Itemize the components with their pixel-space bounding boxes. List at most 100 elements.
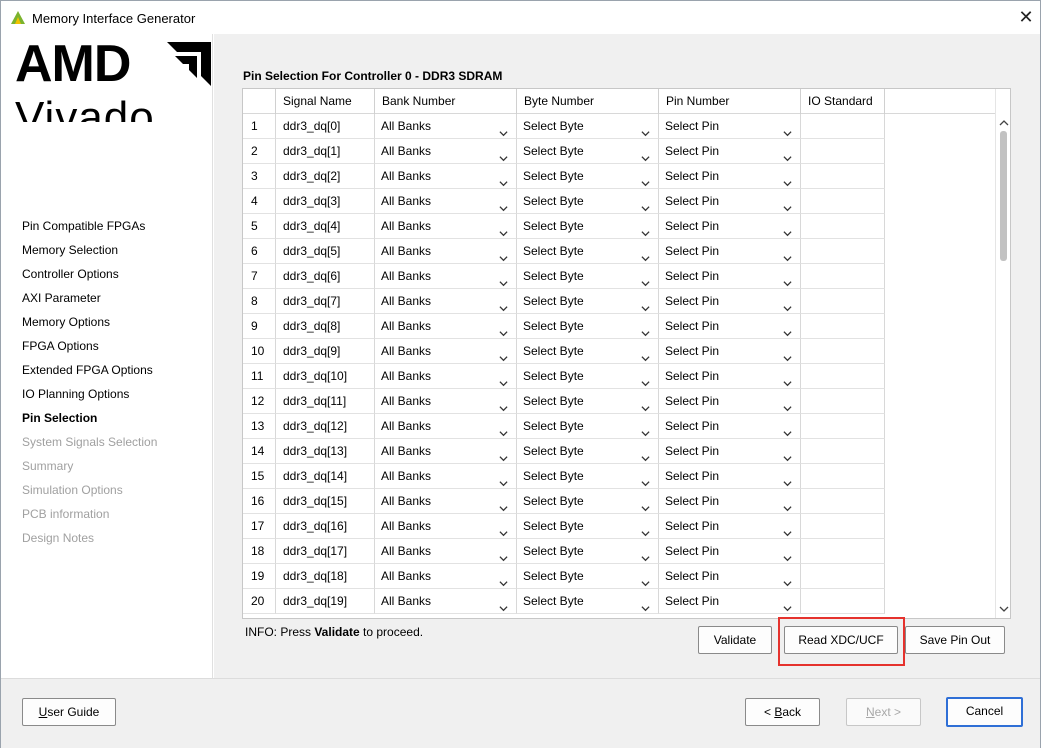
scroll-down-icon[interactable] [996, 601, 1011, 617]
byte-number-dropdown[interactable]: Select Byte [517, 214, 659, 239]
chevron-down-icon[interactable] [641, 522, 650, 537]
wizard-step-pin-selection[interactable]: Pin Selection [22, 406, 157, 430]
chevron-down-icon[interactable] [641, 297, 650, 312]
chevron-down-icon[interactable] [641, 447, 650, 462]
byte-number-dropdown[interactable]: Select Byte [517, 339, 659, 364]
chevron-down-icon[interactable] [499, 372, 508, 387]
wizard-step-axi-parameter[interactable]: AXI Parameter [22, 286, 157, 310]
byte-number-dropdown[interactable]: Select Byte [517, 239, 659, 264]
chevron-down-icon[interactable] [783, 147, 792, 162]
byte-number-dropdown[interactable]: Select Byte [517, 289, 659, 314]
chevron-down-icon[interactable] [641, 422, 650, 437]
pin-number-dropdown[interactable]: Select Pin [659, 189, 801, 214]
chevron-down-icon[interactable] [499, 322, 508, 337]
bank-number-dropdown[interactable]: All Banks [375, 464, 517, 489]
pin-number-dropdown[interactable]: Select Pin [659, 264, 801, 289]
chevron-down-icon[interactable] [641, 472, 650, 487]
byte-number-dropdown[interactable]: Select Byte [517, 189, 659, 214]
chevron-down-icon[interactable] [641, 322, 650, 337]
chevron-down-icon[interactable] [783, 247, 792, 262]
bank-number-dropdown[interactable]: All Banks [375, 289, 517, 314]
wizard-step-pin-compatible-fpgas[interactable]: Pin Compatible FPGAs [22, 214, 157, 238]
byte-number-dropdown[interactable]: Select Byte [517, 314, 659, 339]
bank-number-dropdown[interactable]: All Banks [375, 114, 517, 139]
chevron-down-icon[interactable] [641, 497, 650, 512]
chevron-down-icon[interactable] [783, 472, 792, 487]
bank-number-dropdown[interactable]: All Banks [375, 364, 517, 389]
chevron-down-icon[interactable] [499, 472, 508, 487]
chevron-down-icon[interactable] [499, 347, 508, 362]
scroll-up-icon[interactable] [996, 115, 1011, 131]
bank-number-dropdown[interactable]: All Banks [375, 239, 517, 264]
bank-number-dropdown[interactable]: All Banks [375, 189, 517, 214]
bank-number-dropdown[interactable]: All Banks [375, 414, 517, 439]
pin-number-dropdown[interactable]: Select Pin [659, 564, 801, 589]
pin-number-dropdown[interactable]: Select Pin [659, 314, 801, 339]
chevron-down-icon[interactable] [499, 397, 508, 412]
chevron-down-icon[interactable] [499, 297, 508, 312]
chevron-down-icon[interactable] [783, 447, 792, 462]
chevron-down-icon[interactable] [499, 547, 508, 562]
pin-number-dropdown[interactable]: Select Pin [659, 289, 801, 314]
chevron-down-icon[interactable] [641, 272, 650, 287]
chevron-down-icon[interactable] [783, 422, 792, 437]
pin-number-dropdown[interactable]: Select Pin [659, 514, 801, 539]
chevron-down-icon[interactable] [641, 347, 650, 362]
bank-number-dropdown[interactable]: All Banks [375, 139, 517, 164]
chevron-down-icon[interactable] [641, 147, 650, 162]
pin-number-dropdown[interactable]: Select Pin [659, 414, 801, 439]
byte-number-dropdown[interactable]: Select Byte [517, 414, 659, 439]
bank-number-dropdown[interactable]: All Banks [375, 589, 517, 614]
bank-number-dropdown[interactable]: All Banks [375, 439, 517, 464]
bank-number-dropdown[interactable]: All Banks [375, 389, 517, 414]
chevron-down-icon[interactable] [641, 222, 650, 237]
chevron-down-icon[interactable] [499, 422, 508, 437]
byte-number-dropdown[interactable]: Select Byte [517, 389, 659, 414]
byte-number-dropdown[interactable]: Select Byte [517, 564, 659, 589]
chevron-down-icon[interactable] [783, 122, 792, 137]
bank-number-dropdown[interactable]: All Banks [375, 339, 517, 364]
pin-number-dropdown[interactable]: Select Pin [659, 164, 801, 189]
vertical-scrollbar[interactable] [995, 89, 1011, 618]
pin-number-dropdown[interactable]: Select Pin [659, 239, 801, 264]
bank-number-dropdown[interactable]: All Banks [375, 164, 517, 189]
close-icon[interactable]: ✕ [1013, 5, 1039, 29]
chevron-down-icon[interactable] [499, 222, 508, 237]
pin-number-dropdown[interactable]: Select Pin [659, 489, 801, 514]
bank-number-dropdown[interactable]: All Banks [375, 214, 517, 239]
byte-number-dropdown[interactable]: Select Byte [517, 589, 659, 614]
chevron-down-icon[interactable] [783, 297, 792, 312]
chevron-down-icon[interactable] [499, 172, 508, 187]
chevron-down-icon[interactable] [499, 122, 508, 137]
chevron-down-icon[interactable] [783, 172, 792, 187]
wizard-step-io-planning-options[interactable]: IO Planning Options [22, 382, 157, 406]
chevron-down-icon[interactable] [641, 247, 650, 262]
chevron-down-icon[interactable] [783, 497, 792, 512]
chevron-down-icon[interactable] [499, 572, 508, 587]
pin-number-dropdown[interactable]: Select Pin [659, 539, 801, 564]
pin-number-dropdown[interactable]: Select Pin [659, 364, 801, 389]
wizard-step-fpga-options[interactable]: FPGA Options [22, 334, 157, 358]
byte-number-dropdown[interactable]: Select Byte [517, 464, 659, 489]
chevron-down-icon[interactable] [641, 122, 650, 137]
chevron-down-icon[interactable] [783, 322, 792, 337]
chevron-down-icon[interactable] [783, 522, 792, 537]
chevron-down-icon[interactable] [499, 197, 508, 212]
chevron-down-icon[interactable] [783, 597, 792, 612]
byte-number-dropdown[interactable]: Select Byte [517, 114, 659, 139]
chevron-down-icon[interactable] [783, 547, 792, 562]
chevron-down-icon[interactable] [499, 147, 508, 162]
chevron-down-icon[interactable] [499, 247, 508, 262]
pin-number-dropdown[interactable]: Select Pin [659, 389, 801, 414]
byte-number-dropdown[interactable]: Select Byte [517, 514, 659, 539]
save-pin-out-button[interactable]: Save Pin Out [905, 626, 1005, 654]
chevron-down-icon[interactable] [499, 597, 508, 612]
chevron-down-icon[interactable] [641, 372, 650, 387]
chevron-down-icon[interactable] [783, 572, 792, 587]
byte-number-dropdown[interactable]: Select Byte [517, 139, 659, 164]
chevron-down-icon[interactable] [641, 547, 650, 562]
byte-number-dropdown[interactable]: Select Byte [517, 489, 659, 514]
bank-number-dropdown[interactable]: All Banks [375, 314, 517, 339]
wizard-step-extended-fpga-options[interactable]: Extended FPGA Options [22, 358, 157, 382]
cancel-button[interactable]: Cancel [946, 697, 1023, 727]
